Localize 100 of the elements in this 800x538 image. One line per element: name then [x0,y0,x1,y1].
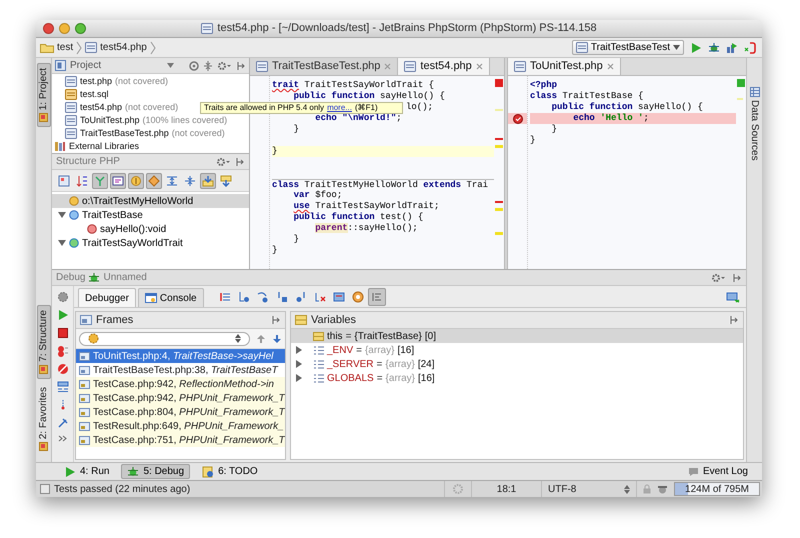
collapse-icon[interactable] [203,60,213,70]
file-item[interactable]: External Libraries [69,140,140,153]
variable-row[interactable]: GLOBALS = {array} [16] [291,371,743,385]
more-link[interactable]: more... [327,102,352,114]
debug-tab[interactable]: Console [138,288,204,307]
tool-window-tab[interactable]: Data Sources [748,84,762,164]
toolbar-toggle[interactable] [200,172,216,188]
variable-row[interactable]: this = {TraitTestBase} [0] [291,329,743,343]
tree-item[interactable]: sayHello():void [52,222,249,236]
debug-tab[interactable]: Debugger [78,288,136,307]
variable-row[interactable]: _SERVER = {array} [24] [291,357,743,371]
debug-toolbar-button[interactable] [368,288,386,306]
close-icon[interactable] [606,63,614,70]
more-icon[interactable] [58,435,67,442]
variable-name: _ENV [327,344,354,358]
settings-icon[interactable] [711,272,726,282]
pin-icon[interactable] [732,272,742,282]
toolbar-icon [94,174,106,186]
toolbar-toggle[interactable] [146,172,162,188]
settings-icon[interactable] [216,156,231,166]
minimize-button[interactable] [59,23,70,34]
breakpoints-icon[interactable] [56,345,68,357]
caret-position[interactable]: 18:1 [471,481,541,497]
step-icon [352,291,364,303]
variable-row[interactable]: _ENV = {array} [16] [291,343,743,357]
tree-item[interactable]: TraitTestBase [52,208,249,222]
run-icon[interactable] [690,42,702,54]
zoom-button[interactable] [75,23,86,34]
tool-window-button[interactable]: 5: Debug [121,464,190,479]
tool-window-button[interactable]: 4: Run [58,464,116,479]
trait-icon [69,238,79,248]
thread-dropdown[interactable] [79,332,250,346]
stack-frame[interactable]: TestCase.php:942, ReflectionMethod->in [76,377,285,391]
toolbar-toggle[interactable] [218,172,234,188]
toolbar-toggle[interactable] [92,172,108,188]
pin-icon[interactable] [271,315,281,325]
expanded-arrow-icon[interactable] [58,211,66,219]
restore-layout-icon[interactable] [726,291,740,303]
resume-icon[interactable] [56,309,68,321]
code-line: } [550,124,558,135]
stack-frame[interactable]: TestResult.php:649, PHPUnit_Framework_ [76,419,285,433]
file-item[interactable]: TraitTestBaseTest.php [80,126,169,140]
stop-icon[interactable] [56,327,68,339]
toolbar-toggle[interactable] [128,172,144,188]
tool-window-tab[interactable]: 7: Structure [36,305,50,379]
library-frame-icon [79,380,90,388]
editor-tab[interactable]: TraitTestBaseTest.php [250,58,398,75]
up-arrow-icon[interactable] [256,334,266,344]
memory-indicator[interactable]: 124M of 795M [674,482,760,496]
variable-icon [313,344,324,356]
pin-icon[interactable] [729,315,739,325]
layout-icon[interactable] [56,381,68,393]
step-icon [256,291,269,303]
close-icon[interactable] [476,63,483,70]
stack-frame[interactable]: ToUnitTest.php:4, TraitTestBase->sayHel [76,349,285,363]
editor-tab[interactable]: ToUnitTest.php [508,58,621,75]
file-item[interactable]: test.sql [80,88,109,102]
tool-window-tab[interactable]: 1: Project [36,63,50,128]
variable-size: [16] [418,372,435,386]
coverage-note: (100% lines covered) [142,114,228,127]
file-item[interactable]: ToUnitTest.php [80,114,140,128]
pin-icon[interactable] [235,156,245,166]
ok-status-icon [737,79,745,87]
pin-icon[interactable] [236,60,246,70]
event-log-button[interactable]: Event Log [688,464,748,479]
close-button[interactable] [43,23,54,34]
breadcrumb[interactable]: test [57,40,74,55]
code-line: } [272,245,278,256]
tool-windows-toggle-icon[interactable] [40,484,50,494]
run-icon[interactable] [64,466,76,478]
variables-icon [295,315,307,325]
coverage-icon[interactable] [726,42,738,54]
tool-window-tab[interactable]: 2: Favorites [36,382,50,456]
run-configuration-dropdown[interactable]: TraitTestBaseTest [572,40,684,55]
breadcrumb[interactable]: test54.php [100,40,147,55]
mute-breakpoints-icon[interactable] [56,363,68,375]
file-item[interactable]: test54.php [80,100,122,114]
stack-frame[interactable]: TestCase.php:804, PHPUnit_Framework_T [76,405,285,419]
settings-icon[interactable] [217,60,232,70]
stack-frame[interactable]: TestCase.php:942, PHPUnit_Framework_T [76,391,285,405]
editor-tab[interactable]: test54.php [398,58,490,75]
tool-window-button[interactable]: 6: TODO [196,464,264,479]
stack-frame[interactable]: TestCase.php:751, PHPUnit_Framework_T [76,433,285,447]
plug-icon[interactable] [744,42,756,54]
tree-item[interactable]: TraitTestSayWorldTrait [52,236,249,250]
debug-icon[interactable] [708,42,720,54]
frame-icon [79,352,90,360]
toolbar-toggle[interactable] [56,172,72,188]
rerun-icon[interactable] [56,291,68,303]
tree-item[interactable]: o:\TraitTestMyHelloWorld [52,194,249,208]
target-icon[interactable] [189,60,199,70]
step-icon [294,291,307,303]
down-arrow-icon[interactable] [272,334,282,344]
step-icon [332,291,345,303]
toolbar-toggle[interactable] [110,172,126,188]
expanded-arrow-icon[interactable] [58,239,66,247]
code-line: class TraitTestBase { [530,91,644,102]
file-item[interactable]: test.php [80,74,112,88]
toolbar-icon [184,174,196,186]
encoding-selector[interactable]: UTF-8 [541,481,636,497]
